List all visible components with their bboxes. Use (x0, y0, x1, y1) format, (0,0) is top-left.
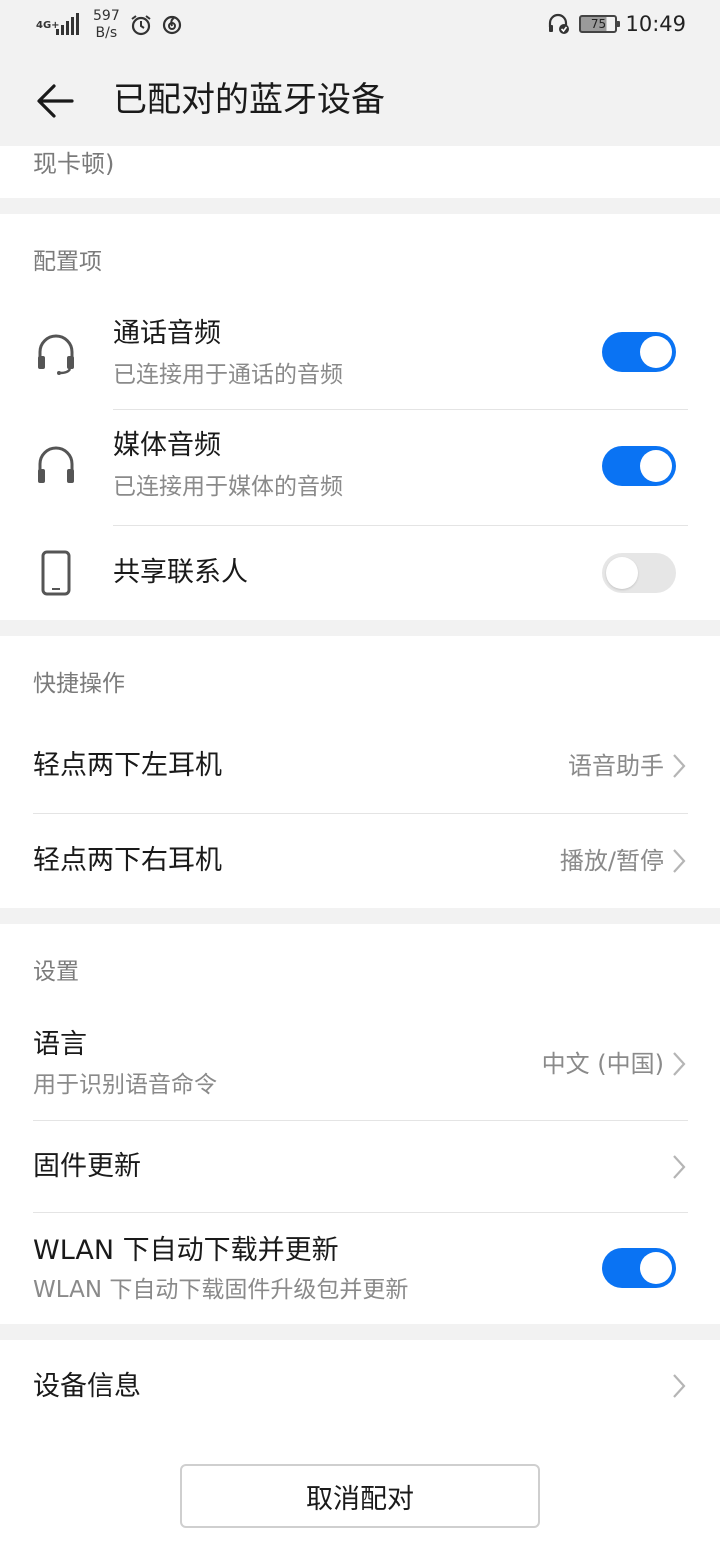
battery-level: 75 (590, 17, 607, 31)
row-share-contacts[interactable]: 共享联系人 (0, 526, 720, 620)
toggle-knob (640, 450, 672, 482)
chevron-right-icon (673, 849, 686, 873)
row-value-wrap (664, 1154, 686, 1180)
wlan-auto-update-toggle[interactable] (602, 1248, 676, 1288)
row-value: 播放/暂停 (559, 847, 664, 875)
section-title-config: 配置项 (33, 249, 102, 275)
row-call-audio[interactable]: 通话音频 已连接用于通话的音频 (0, 304, 720, 410)
toggle-knob (606, 557, 638, 589)
media-audio-toggle[interactable] (602, 446, 676, 486)
row-value-wrap: 中文 (中国) (542, 1048, 686, 1080)
page-title: 已配对的蓝牙设备 (113, 80, 385, 120)
row-value-wrap (664, 1373, 686, 1399)
music-app-icon (162, 15, 181, 35)
row-left-earbud[interactable]: 轻点两下左耳机 语音助手 (0, 718, 720, 814)
chevron-right-icon (673, 754, 686, 778)
row-firmware-update[interactable]: 固件更新 (0, 1121, 720, 1213)
row-title: 设备信息 (33, 1371, 141, 1402)
section-title-settings: 设置 (33, 959, 79, 985)
truncated-text: 现卡顿) (33, 150, 115, 178)
row-value: 中文 (中国) (541, 1050, 664, 1078)
row-subtitle: 已连接用于通话的音频 (113, 362, 343, 388)
battery-icon: 75 (579, 15, 621, 33)
row-title: 轻点两下左耳机 (33, 750, 222, 781)
row-right-earbud[interactable]: 轻点两下右耳机 播放/暂停 (0, 814, 720, 908)
row-device-info[interactable]: 设备信息 (0, 1340, 720, 1434)
row-value-wrap: 语音助手 (568, 750, 686, 782)
section-title-quick: 快捷操作 (33, 671, 125, 697)
alarm-icon (131, 15, 151, 36)
truncated-card: 现卡顿) (0, 146, 720, 198)
row-value: 语音助手 (568, 752, 664, 780)
row-value-wrap: 播放/暂停 (560, 845, 686, 877)
row-title: 语言 (33, 1029, 87, 1060)
row-title: 通话音频 (113, 318, 221, 349)
data-speed-value: 597 (93, 8, 120, 24)
title-bar: 已配对的蓝牙设备 (0, 56, 720, 146)
share-contacts-toggle[interactable] (602, 553, 676, 593)
status-bar: 4G+ 597 B/s 75 10:49 (0, 0, 720, 56)
row-media-audio[interactable]: 媒体音频 已连接用于媒体的音频 (0, 410, 720, 526)
row-title: 媒体音频 (113, 430, 221, 461)
toggle-knob (640, 336, 672, 368)
chevron-right-icon (673, 1052, 686, 1076)
row-language[interactable]: 语言 用于识别语音命令 中文 (中国) (0, 1012, 720, 1120)
row-title: WLAN 下自动下载并更新 (33, 1235, 339, 1266)
bluetooth-headset-icon (549, 13, 570, 34)
row-title: 共享联系人 (113, 557, 248, 588)
row-title: 轻点两下右耳机 (33, 845, 222, 876)
settings-section: 设置 语言 用于识别语音命令 中文 (中国) 固件更新 WLAN 下自动下载并更… (0, 924, 720, 1324)
quick-actions-section: 快捷操作 轻点两下左耳机 语音助手 轻点两下右耳机 播放/暂停 (0, 636, 720, 908)
back-arrow-icon[interactable] (32, 78, 78, 124)
toggle-knob (640, 1252, 672, 1284)
signal-icon (56, 13, 81, 35)
row-subtitle: 已连接用于媒体的音频 (113, 474, 343, 500)
config-section: 配置项 通话音频 已连接用于通话的音频 媒体音频 已连接用于媒体的音频 共享联系… (0, 214, 720, 620)
row-title: 固件更新 (33, 1151, 141, 1182)
phone-icon (41, 550, 71, 596)
data-speed: 597 B/s (93, 8, 120, 42)
data-speed-unit: B/s (95, 25, 118, 41)
headset-icon (38, 334, 74, 375)
network-type: 4G+ (36, 19, 60, 31)
clock: 10:49 (625, 12, 686, 36)
unpair-button[interactable]: 取消配对 (180, 1464, 540, 1528)
row-subtitle: 用于识别语音命令 (33, 1072, 217, 1098)
chevron-right-icon (673, 1374, 686, 1398)
call-audio-toggle[interactable] (602, 332, 676, 372)
row-wlan-auto-update[interactable]: WLAN 下自动下载并更新 WLAN 下自动下载固件升级包并更新 (0, 1213, 720, 1324)
row-subtitle: WLAN 下自动下载固件升级包并更新 (33, 1277, 409, 1303)
chevron-right-icon (673, 1155, 686, 1179)
headphones-icon (38, 446, 74, 483)
